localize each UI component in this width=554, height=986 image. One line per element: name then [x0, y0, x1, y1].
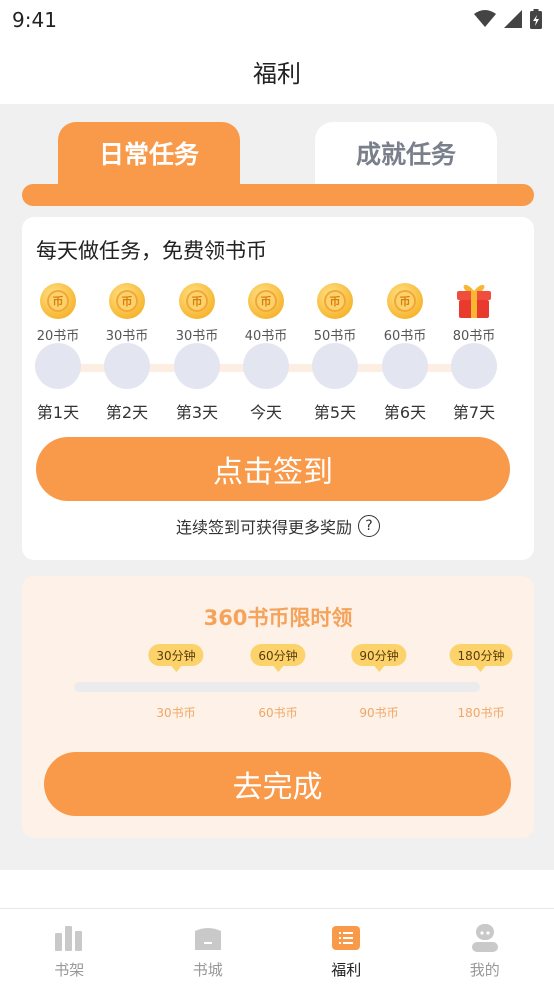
wifi-icon: [474, 10, 496, 27]
day-label: 第1天: [36, 403, 80, 422]
tab-daily-tasks[interactable]: 日常任务: [58, 122, 240, 184]
timed-progress-track: [74, 682, 480, 692]
day-reward-label: 60书币: [383, 329, 427, 344]
nav-label: 我的: [469, 961, 500, 979]
help-icon[interactable]: ?: [358, 515, 380, 537]
milestone-time-badge: 60分钟: [250, 644, 306, 672]
nav-label: 书架: [54, 961, 85, 979]
bookstore-icon: [194, 928, 221, 950]
bottom-nav: 书架 书城 福利 我的: [0, 908, 554, 986]
milestone-time-badge: 90分钟: [351, 644, 407, 672]
nav-item-bookshelf[interactable]: 书架: [0, 909, 139, 986]
day-status-circle: [312, 343, 358, 389]
tab-achievement-tasks[interactable]: 成就任务: [315, 122, 497, 184]
day-reward-label: 40书币: [244, 329, 288, 344]
welfare-icon: [332, 926, 361, 950]
day-status-circle: [174, 343, 220, 389]
signin-button[interactable]: 点击签到: [36, 437, 510, 501]
day-status-circle: [104, 343, 150, 389]
signin-note: 连续签到可获得更多奖励 ?: [22, 514, 534, 538]
day-status-circle: [243, 343, 289, 389]
timed-reward-title: 360书币限时领: [203, 606, 353, 630]
day-status-circle: [382, 343, 428, 389]
header: 福利: [0, 38, 554, 104]
nav-item-bookstore[interactable]: 书城: [139, 909, 278, 986]
signal-icon: [504, 10, 522, 28]
tab-indicator-bar: [22, 184, 534, 206]
gift-icon: [457, 284, 491, 318]
battery-icon: [530, 9, 542, 29]
status-time: 9:41: [12, 8, 57, 32]
day-label: 第3天: [175, 403, 219, 422]
profile-icon: [471, 924, 498, 952]
day-reward-label: 30书币: [175, 329, 219, 344]
coin-icon: 币: [248, 283, 284, 319]
milestone-reward-label: 180书币: [457, 706, 505, 720]
main-content: 日常任务 成就任务 每天做任务，免费领书币 币 20书币 第1天 币 30书币 …: [0, 104, 554, 870]
milestone-reward-label: 90书币: [359, 706, 399, 720]
day-status-circle: [451, 343, 497, 389]
nav-item-welfare[interactable]: 福利: [277, 909, 416, 986]
nav-item-profile[interactable]: 我的: [416, 909, 554, 986]
milestone-time-badge: 180分钟: [449, 644, 513, 672]
coin-icon: 币: [317, 283, 353, 319]
day-reward-label: 80书币: [452, 329, 496, 344]
bookshelf-icon: [55, 926, 83, 951]
day-label: 第7天: [452, 403, 496, 422]
signin-card: 每天做任务，免费领书币 币 20书币 第1天 币 30书币 第2天 币 30书币…: [22, 217, 534, 560]
page-title: 福利: [253, 59, 301, 88]
status-icons: [474, 9, 542, 29]
coin-icon: 币: [40, 283, 76, 319]
milestone-reward-label: 60书币: [258, 706, 298, 720]
day-label: 第6天: [383, 403, 427, 422]
day-label: 第2天: [105, 403, 149, 422]
milestone-time-badge: 30分钟: [148, 644, 204, 672]
day-reward-label: 20书币: [36, 329, 80, 344]
day-label: 第5天: [313, 403, 357, 422]
signin-note-text: 连续签到可获得更多奖励: [175, 518, 352, 537]
status-bar: 9:41: [0, 0, 554, 38]
coin-icon: 币: [387, 283, 423, 319]
day-status-circle: [35, 343, 81, 389]
timed-reward-card: 360书币限时领 30分钟 60分钟 90分钟 180分钟 30书币 60书币 …: [22, 576, 534, 838]
nav-label: 福利: [331, 961, 362, 979]
signin-title: 每天做任务，免费领书币: [36, 239, 267, 263]
day-label: 今天: [249, 403, 282, 422]
day-reward-label: 30书币: [105, 329, 149, 344]
go-complete-button[interactable]: 去完成: [44, 752, 511, 816]
coin-icon: 币: [179, 283, 215, 319]
milestone-reward-label: 30书币: [156, 706, 196, 720]
nav-label: 书城: [192, 961, 223, 979]
day-reward-label: 50书币: [313, 329, 357, 344]
coin-icon: 币: [109, 283, 145, 319]
